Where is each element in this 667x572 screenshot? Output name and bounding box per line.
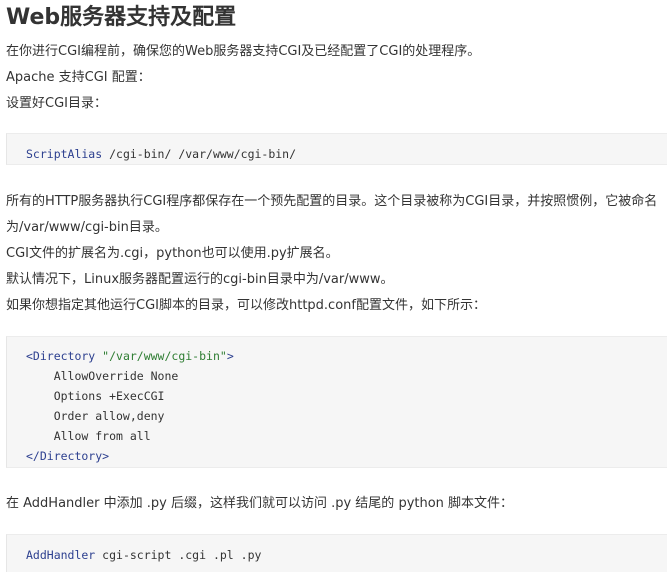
code-line: <Directory "/var/www/cgi-bin"> bbox=[26, 348, 234, 364]
code-line: </Directory> bbox=[26, 448, 109, 464]
code-keyword: AddHandler bbox=[26, 548, 96, 562]
code-text: cgi-script .cgi .pl .py bbox=[95, 548, 262, 562]
code-line: AddHandler cgi-script .cgi .pl .py bbox=[26, 547, 261, 563]
code-tag-end: > bbox=[226, 349, 234, 363]
code-line: Options +ExecCGI bbox=[26, 389, 165, 403]
code-keyword: ScriptAlias bbox=[26, 147, 103, 161]
apache-config-label: Apache 支持CGI 配置： bbox=[6, 70, 151, 85]
page-title: Web服务器支持及配置 bbox=[6, 5, 237, 30]
code-line: AllowOverride None bbox=[26, 369, 179, 383]
code-block-addhandler: AddHandler cgi-script .cgi .pl .py bbox=[6, 534, 667, 572]
code-line: Allow from all bbox=[26, 429, 151, 443]
custom-dir-note: 如果你想指定其他运行CGI脚本的目录，可以修改httpd.conf配置文件，如下… bbox=[6, 298, 486, 313]
code-string: "/var/www/cgi-bin" bbox=[95, 349, 227, 363]
cgi-dir-description-cont: 为/var/www/cgi-bin目录。 bbox=[6, 220, 168, 235]
code-block-directory: <Directory "/var/www/cgi-bin"> AllowOver… bbox=[6, 336, 667, 468]
default-dir-note: 默认情况下，Linux服务器配置运行的cgi-bin目录中为/var/www。 bbox=[6, 272, 394, 287]
code-tag: </Directory> bbox=[26, 449, 110, 463]
code-line: Order allow,deny bbox=[26, 409, 165, 423]
code-tag: <Directory bbox=[26, 349, 96, 363]
addhandler-note: 在 AddHandler 中添加 .py 后缀，这样我们就可以访问 .py 结尾… bbox=[6, 496, 514, 511]
intro-paragraph: 在你进行CGI编程前，确保您的Web服务器支持CGI及已经配置了CGI的处理程序… bbox=[6, 44, 481, 59]
code-block-scriptalias: ScriptAlias /cgi-bin/ /var/www/cgi-bin/ bbox=[6, 133, 667, 165]
code-text: /cgi-bin/ /var/www/cgi-bin/ bbox=[102, 147, 297, 161]
code-line: ScriptAlias /cgi-bin/ /var/www/cgi-bin/ bbox=[26, 146, 296, 162]
cgi-dir-label: 设置好CGI目录： bbox=[6, 96, 107, 111]
extension-note: CGI文件的扩展名为.cgi，python也可以使用.py扩展名。 bbox=[6, 246, 339, 261]
cgi-dir-description: 所有的HTTP服务器执行CGI程序都保存在一个预先配置的目录。这个目录被称为CG… bbox=[6, 194, 658, 209]
